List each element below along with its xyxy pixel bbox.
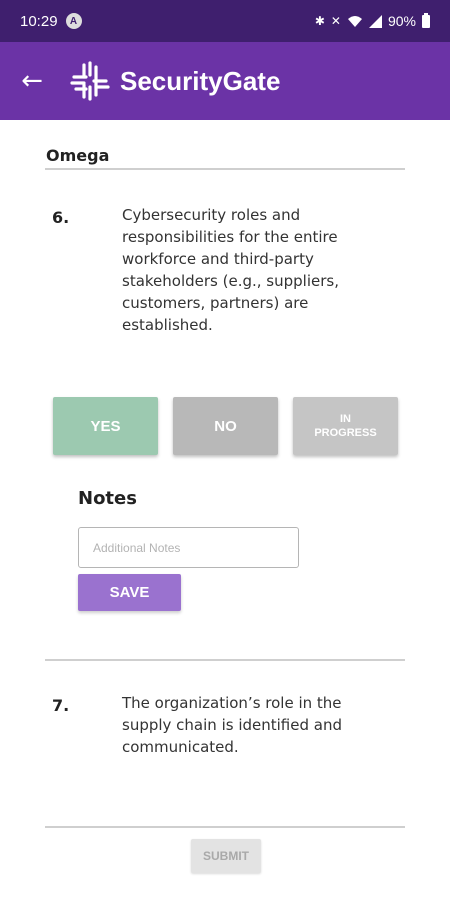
no-button[interactable]: NO <box>173 397 278 455</box>
status-bar: 10:29 A ✱ ✕ 90% <box>0 0 450 42</box>
app-bar: ← SecurityGate <box>0 42 450 120</box>
section-divider <box>45 168 405 170</box>
arrow-left-icon: ← <box>21 66 43 96</box>
battery-percent: 90% <box>387 13 416 29</box>
wifi-icon <box>347 15 362 27</box>
notification-icon: A <box>65 13 82 29</box>
mute-icon: ✕ <box>330 14 341 28</box>
notes-input[interactable] <box>78 527 299 568</box>
status-time: 10:29 <box>20 12 58 30</box>
question-number: 6. <box>52 208 70 227</box>
signal-icon <box>368 14 382 28</box>
question-text: Cybersecurity roles and responsibilities… <box>122 206 339 334</box>
footer-divider <box>45 826 405 828</box>
securitygate-logo-icon <box>70 61 110 101</box>
question-text: The organization’s role in the supply ch… <box>122 694 342 756</box>
back-button[interactable]: ← <box>0 42 64 120</box>
question-divider <box>45 659 405 661</box>
in-progress-button[interactable]: IN PROGRESS <box>293 397 398 455</box>
battery-icon <box>422 12 430 28</box>
submit-button[interactable]: SUBMIT <box>191 839 261 873</box>
app-title: SecurityGate <box>120 65 281 96</box>
yes-button[interactable]: YES <box>53 397 158 455</box>
notes-heading: Notes <box>78 488 137 509</box>
save-button[interactable]: SAVE <box>78 574 181 611</box>
section-title: Omega <box>46 146 110 165</box>
bluetooth-icon: ✱ <box>314 14 325 28</box>
question-number: 7. <box>52 696 70 715</box>
status-icons: ✱ ✕ 90% <box>314 12 430 29</box>
